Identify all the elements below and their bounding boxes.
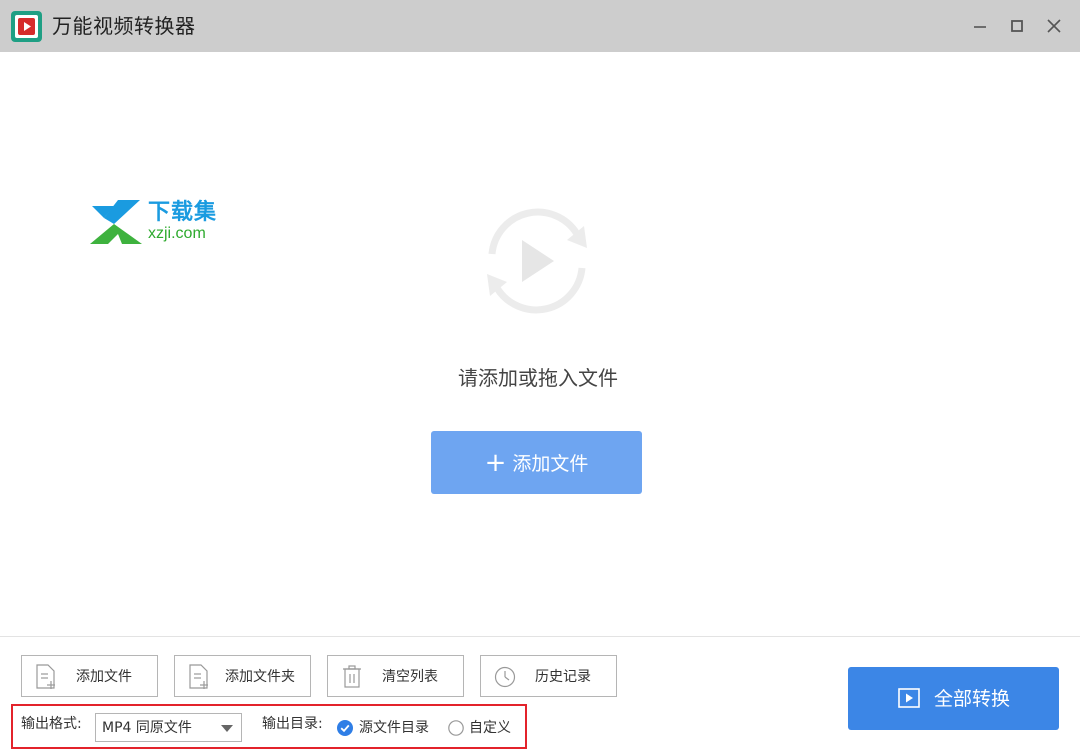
add-folder-icon (187, 664, 211, 690)
radio-source-dir[interactable] (337, 720, 353, 736)
title-bar: 万能视频转换器 (0, 0, 1080, 52)
watermark-url: xzji.com (148, 225, 206, 242)
watermark-name: 下载集 (148, 200, 218, 225)
trash-icon (340, 664, 364, 690)
watermark: 下载集 xzji.com (88, 200, 238, 250)
output-format-label: 输出格式: (21, 716, 82, 732)
toolbar-history-label: 历史记录 (535, 669, 591, 685)
plus-icon: + (484, 447, 507, 478)
radio-source-dir-label[interactable]: 源文件目录 (359, 718, 429, 738)
convert-all-button[interactable]: 全部转换 (848, 667, 1059, 730)
toolbar-history-button[interactable]: 历史记录 (480, 655, 617, 697)
play-convert-icon (472, 196, 602, 326)
watermark-logo-icon (88, 200, 144, 246)
add-file-icon (34, 664, 58, 690)
toolbar-add-file-button[interactable]: 添加文件 (21, 655, 158, 697)
app-title: 万能视频转换器 (52, 14, 196, 38)
convert-all-label: 全部转换 (934, 688, 1011, 710)
add-file-button-label: 添加文件 (512, 453, 589, 475)
output-format-select[interactable]: MP4 同原文件 (95, 713, 242, 742)
add-file-button[interactable]: + 添加文件 (431, 431, 642, 494)
radio-custom-dir[interactable] (448, 720, 464, 736)
toolbar-add-folder-label: 添加文件夹 (225, 669, 295, 685)
clock-icon (493, 664, 517, 690)
play-square-icon (898, 688, 920, 708)
divider (0, 636, 1080, 637)
drop-hint: 请添加或拖入文件 (458, 366, 618, 390)
minimize-icon[interactable] (968, 14, 992, 38)
toolbar-clear-list-button[interactable]: 清空列表 (327, 655, 464, 697)
toolbar-add-file-label: 添加文件 (76, 669, 132, 685)
chevron-down-icon (221, 725, 233, 732)
maximize-icon[interactable] (1005, 14, 1029, 38)
toolbar-add-folder-button[interactable]: 添加文件夹 (174, 655, 311, 697)
toolbar-clear-list-label: 清空列表 (382, 669, 438, 685)
output-format-value: MP4 同原文件 (102, 720, 192, 736)
close-icon[interactable] (1042, 14, 1066, 38)
app-logo-icon (11, 11, 42, 42)
output-dir-label: 输出目录: (262, 716, 323, 732)
radio-custom-dir-label[interactable]: 自定义 (469, 718, 511, 738)
